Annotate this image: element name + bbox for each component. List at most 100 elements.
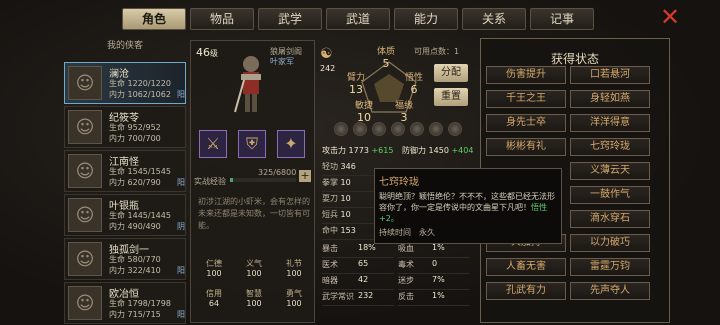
stat-agility: 敏捷 10 <box>354 101 373 124</box>
buff-badge[interactable]: 彬彬有礼 <box>486 138 566 156</box>
combat-stat: 武学常识 232 <box>322 291 394 306</box>
hero-faction: 叶家军 <box>270 57 294 66</box>
portrait-icon: ☺ <box>68 110 102 144</box>
morality-stat: 仁德 100 <box>206 259 222 278</box>
tab-relations[interactable]: 关系 <box>462 8 526 30</box>
tab-martial[interactable]: 武学 <box>258 8 322 30</box>
buff-badge[interactable]: 一鼓作气 <box>570 186 650 204</box>
combat-stat: 暗器 42 <box>322 275 394 290</box>
combat-stat: 暴击 18% <box>322 243 394 258</box>
combat-stat: 吸血 1% <box>398 243 470 258</box>
orb-icon[interactable] <box>372 122 386 136</box>
tab-character[interactable]: 角色 <box>122 8 186 30</box>
points-label: 可用点数：1 <box>414 47 460 56</box>
buff-badge[interactable]: 口若悬河 <box>570 66 650 84</box>
combat-stat: 反击 1% <box>398 291 470 306</box>
coin-count: 242 <box>320 64 336 73</box>
close-icon[interactable]: ✕ <box>658 5 682 30</box>
status-tooltip: 七窍玲珑 聪明绝顶？颖悟绝伦？不不不，这些都已经无法形容你了，你一定是传说中的文… <box>374 168 562 244</box>
portrait-icon: ☺ <box>68 154 102 188</box>
roster-tag: 阳 <box>177 90 185 99</box>
tooltip-body: 聪明绝顶？颖悟绝伦？不不不，这些都已经无法形容你了，你一定是传说中的文曲星下凡吧… <box>379 192 555 223</box>
orb-icon[interactable] <box>353 122 367 136</box>
exp-label: 实战经验 <box>194 177 226 186</box>
buff-badge[interactable]: 伤害提升 <box>486 66 566 84</box>
roster-mp: 内力 490/490 <box>109 222 161 231</box>
exp-value: 325/6800 <box>258 168 297 177</box>
buff-badge[interactable]: 孔武有力 <box>486 282 566 300</box>
roster-card[interactable]: ☺ 澜沧 生命 1220/1220 内力 1062/1062 阳 <box>64 62 186 104</box>
roster-mp: 内力 322/410 <box>109 266 161 275</box>
orb-icon[interactable] <box>410 122 424 136</box>
hero-bio: 初涉江湖的小虾米，会有怎样的未来还都是未知数，一切皆有可能。 <box>198 197 310 230</box>
weapon-slot[interactable]: ⚔ <box>199 130 227 158</box>
roster-hp: 生命 1220/1220 <box>109 79 171 88</box>
combat-stat: 短兵 10 <box>322 209 374 224</box>
morality-stat: 智慧 100 <box>246 289 262 308</box>
stat-luck: 福缘 3 <box>394 101 413 124</box>
buff-badge[interactable]: 身轻如燕 <box>570 90 650 108</box>
allocate-button[interactable]: 分配 <box>434 64 468 82</box>
buff-badge[interactable]: 洋洋得意 <box>570 114 650 132</box>
combat-stat: 耍刀 10 <box>322 193 374 208</box>
roster-hp: 生命 580/770 <box>109 255 161 264</box>
roster-hp: 生命 1545/1545 <box>109 167 171 176</box>
add-exp-icon[interactable]: + <box>299 170 311 182</box>
hero-sprite <box>232 52 270 120</box>
accessory-slot[interactable]: ✦ <box>277 130 305 158</box>
roster-card[interactable]: ☺ 叶银瓶 生命 1445/1445 内力 490/490 阴 <box>64 194 186 236</box>
game-screen: { "tabs":[{"label":"角色"},{"label":"物品"},… <box>0 0 720 325</box>
tab-items[interactable]: 物品 <box>190 8 254 30</box>
reset-button[interactable]: 重置 <box>434 88 468 106</box>
coin-icon: ☯ <box>320 46 333 62</box>
buff-badge[interactable]: 身先士卒 <box>486 114 566 132</box>
morality-stat: 礼节 100 <box>286 259 302 278</box>
roster-mp: 内力 700/700 <box>109 134 161 143</box>
buff-badge[interactable]: 滴水穿石 <box>570 210 650 228</box>
buff-badge[interactable]: 以力破巧 <box>570 234 650 252</box>
orb-icon[interactable] <box>391 122 405 136</box>
buff-badge[interactable]: 人畜无害 <box>486 258 566 276</box>
roster-card[interactable]: ☺ 纪筱苓 生命 952/952 内力 700/700 <box>64 106 186 148</box>
roster-mp: 内力 1062/1062 <box>109 90 171 99</box>
roster-mp: 内力 715/715 <box>109 310 161 319</box>
roster-tag: 阳 <box>177 266 185 275</box>
roster-hp: 生命 952/952 <box>109 123 161 132</box>
roster-hp: 生命 1445/1445 <box>109 211 171 220</box>
tooltip-title: 七窍玲珑 <box>379 177 419 188</box>
orb-icon[interactable] <box>334 122 348 136</box>
combat-stat: 命中 153 <box>322 225 374 240</box>
combat-stat: 医术 65 <box>322 259 394 274</box>
orb-icon[interactable] <box>429 122 443 136</box>
roster-card[interactable]: ☺ 江南怪 生命 1545/1545 内力 620/790 阳 <box>64 150 186 192</box>
buff-badge[interactable]: 千王之王 <box>486 90 566 108</box>
stat-constitution: 体质 5 <box>376 47 395 70</box>
buff-badge[interactable]: 七窍玲珑 <box>570 138 650 156</box>
exp-bar <box>230 178 296 182</box>
stat-strength: 臂力 13 <box>346 73 365 96</box>
portrait-icon: ☺ <box>68 198 102 232</box>
tab-wudao[interactable]: 武道 <box>326 8 390 30</box>
roster-tag: 阳 <box>177 310 185 319</box>
roster-title: 我的侠客 <box>106 41 143 51</box>
portrait-icon: ☺ <box>68 66 102 100</box>
atk-row: 攻击力 1773 +615 <box>322 146 394 155</box>
morality-stat: 勇气 100 <box>286 289 302 308</box>
roster-hp: 生命 1798/1798 <box>109 299 171 308</box>
buff-badge[interactable]: 义薄云天 <box>570 162 650 180</box>
roster-tag: 阴 <box>177 222 185 231</box>
buff-badge[interactable]: 先声夺人 <box>570 282 650 300</box>
tab-journal[interactable]: 记事 <box>530 8 594 30</box>
roster-card[interactable]: ☺ 独孤剑一 生命 580/770 内力 322/410 阳 <box>64 238 186 280</box>
exp-bar-fill <box>230 178 234 182</box>
roster-tag: 阳 <box>177 178 185 187</box>
roster-mp: 内力 620/790 <box>109 178 161 187</box>
orb-icon[interactable] <box>448 122 462 136</box>
combat-stat: 拳掌 10 <box>322 177 374 192</box>
roster-card[interactable]: ☺ 欧冶恒 生命 1798/1798 内力 715/715 阳 <box>64 282 186 324</box>
buff-badge[interactable]: 雷霆万钧 <box>570 258 650 276</box>
tab-ability[interactable]: 能力 <box>394 8 458 30</box>
armor-slot[interactable]: ⛨ <box>238 130 266 158</box>
buffs-title: 获得状态 <box>550 52 599 66</box>
tooltip-duration: 持续时间 永久 <box>379 228 435 237</box>
